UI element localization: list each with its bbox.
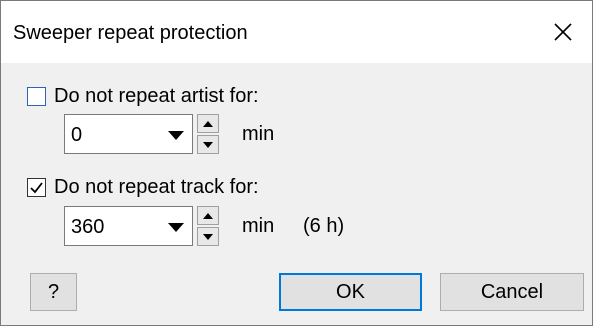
track-hours-label: (6 h) [303, 215, 345, 237]
title-bar: Sweeper repeat protection [1, 1, 592, 63]
track-unit-label: min [242, 215, 275, 237]
cancel-button[interactable]: Cancel [440, 273, 584, 311]
arrow-up-icon [203, 120, 213, 127]
spin-down-button[interactable] [197, 135, 219, 154]
artist-checkbox-label: Do not repeat artist for: [54, 85, 259, 107]
artist-option-row[interactable]: Do not repeat artist for: [27, 84, 259, 108]
track-minutes-combo[interactable]: 360 [64, 206, 193, 246]
artist-minutes-spinner[interactable] [197, 114, 219, 154]
artist-checkbox[interactable] [27, 86, 46, 106]
track-minutes-spinner[interactable] [197, 206, 219, 246]
ok-button[interactable]: OK [279, 273, 422, 311]
track-minutes-value: 360 [71, 216, 105, 238]
close-button[interactable] [534, 1, 592, 63]
help-button[interactable]: ? [30, 273, 77, 311]
track-checkbox[interactable] [27, 177, 46, 197]
spin-up-button[interactable] [197, 206, 219, 225]
spin-up-button[interactable] [197, 114, 219, 133]
track-option-row[interactable]: Do not repeat track for: [27, 175, 259, 199]
spin-down-button[interactable] [197, 227, 219, 246]
artist-minutes-combo[interactable]: 0 [64, 114, 193, 154]
track-checkbox-label: Do not repeat track for: [54, 176, 259, 198]
dialog-title: Sweeper repeat protection [13, 22, 248, 44]
arrow-down-icon [203, 233, 213, 240]
dialog-window: Sweeper repeat protection Do not repeat … [0, 0, 593, 326]
arrow-down-icon [203, 141, 213, 148]
artist-unit-label: min [242, 123, 275, 145]
artist-minutes-value: 0 [71, 124, 83, 146]
close-icon [554, 23, 572, 41]
checkmark-icon [30, 181, 43, 193]
arrow-up-icon [203, 212, 213, 219]
dropdown-arrow-icon[interactable] [168, 131, 184, 140]
dropdown-arrow-icon[interactable] [168, 223, 184, 232]
